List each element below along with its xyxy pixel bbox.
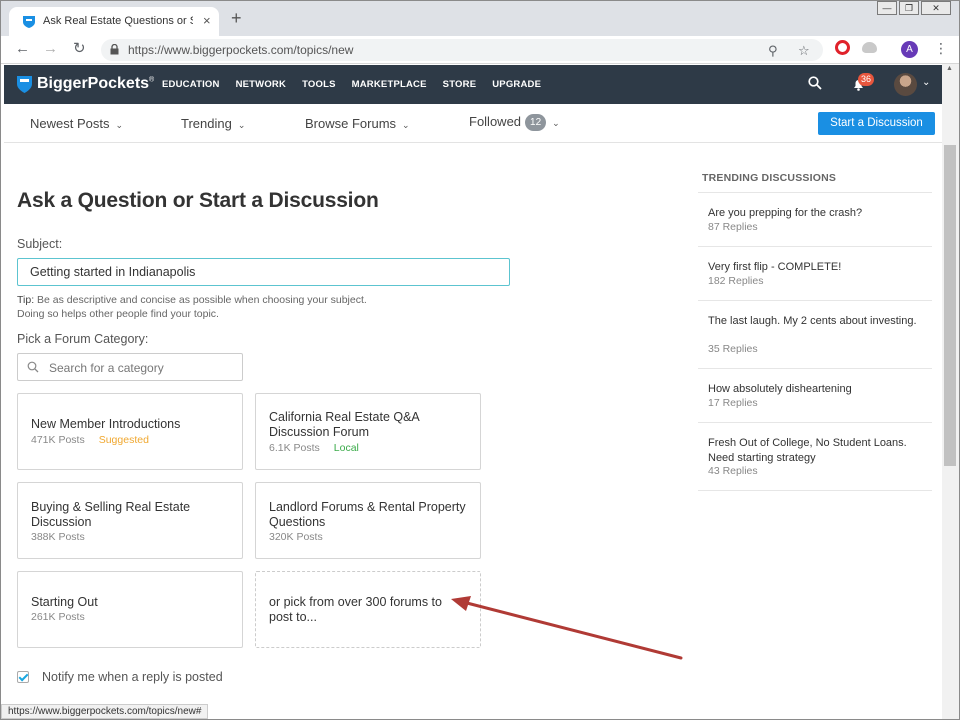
reload-icon[interactable]: ↻ <box>73 40 86 58</box>
forward-icon[interactable]: → <box>43 40 58 58</box>
profile-avatar[interactable]: A <box>901 41 918 58</box>
followed-count-badge: 12 <box>525 114 547 131</box>
search-icon[interactable] <box>808 76 822 90</box>
trending-replies: 43 Replies <box>708 465 758 477</box>
category-meta: 6.1K Posts Local <box>269 442 359 454</box>
address-bar[interactable]: https://www.biggerpockets.com/topics/new… <box>101 39 823 61</box>
nav-store[interactable]: STORE <box>443 79 477 90</box>
site-logo[interactable]: BiggerPockets® <box>37 75 154 93</box>
site-header: BiggerPockets® EDUCATION NETWORK TOOLS M… <box>4 65 942 104</box>
tab-title: Ask Real Estate Questions or Start a Dis… <box>43 15 193 27</box>
link-status-bar: https://www.biggerpockets.com/topics/new… <box>1 704 209 719</box>
category-card[interactable]: Starting Out 261K Posts <box>17 571 243 648</box>
notification-count-badge: 36 <box>858 73 875 86</box>
category-label: Pick a Forum Category: <box>17 332 149 346</box>
tab-followed[interactable]: Followed 12 ⌄ <box>469 114 560 131</box>
category-search-input[interactable]: Search for a category <box>17 353 243 381</box>
chevron-down-icon: ⌄ <box>237 120 246 130</box>
biggerpockets-favicon-icon <box>23 16 35 28</box>
nav-education[interactable]: EDUCATION <box>162 79 220 90</box>
annotation-arrow <box>451 596 683 660</box>
notify-checkbox[interactable] <box>17 671 29 683</box>
subject-label: Subject: <box>17 237 63 251</box>
minimize-icon[interactable]: — <box>877 1 897 15</box>
trending-replies: 17 Replies <box>708 397 758 409</box>
category-name: California Real Estate Q&A Discussion Fo… <box>269 410 420 439</box>
category-name: Landlord Forums & Rental Property Questi… <box>269 500 466 529</box>
scroll-up-icon[interactable]: ▲ <box>946 65 953 72</box>
local-tag: Local <box>333 442 359 454</box>
chevron-down-icon: ⌄ <box>402 120 410 130</box>
trending-heading: TRENDING DISCUSSIONS <box>702 172 837 184</box>
trending-replies: 182 Replies <box>708 275 764 287</box>
category-meta: 388K Posts <box>31 531 85 543</box>
window-close-icon[interactable]: ✕ <box>921 1 951 15</box>
nav-upgrade[interactable]: UPGRADE <box>492 79 541 90</box>
category-name: Buying & Selling Real Estate Discussion <box>31 500 191 529</box>
category-meta: 261K Posts <box>31 611 85 623</box>
nav-tools[interactable]: TOOLS <box>302 79 336 90</box>
search-icon <box>27 361 39 373</box>
trending-replies: 35 Replies <box>708 343 758 355</box>
tab-trending[interactable]: Trending ⌄ <box>181 116 245 131</box>
trending-item[interactable]: Fresh Out of College, No Student Loans. … <box>698 423 932 491</box>
user-avatar[interactable] <box>894 73 917 96</box>
browser-menu-icon[interactable]: ⋮ <box>934 40 948 57</box>
trending-replies: 87 Replies <box>708 221 758 233</box>
restore-icon[interactable]: ❐ <box>899 1 919 15</box>
trending-item[interactable]: How absolutely disheartening 17 Replies <box>698 369 932 423</box>
start-discussion-button[interactable]: Start a Discussion <box>818 112 935 135</box>
browser-tab[interactable]: Ask Real Estate Questions or Start a Dis… <box>9 7 219 36</box>
trending-item[interactable]: The last laugh. My 2 cents about investi… <box>698 301 932 369</box>
tab-strip: Ask Real Estate Questions or Start a Dis… <box>1 1 959 36</box>
trending-title[interactable]: How absolutely disheartening <box>708 382 920 397</box>
browser-toolbar: ← → ↻ https://www.biggerpockets.com/topi… <box>1 36 959 64</box>
tab-browse-forums[interactable]: Browse Forums ⌄ <box>305 116 410 131</box>
trending-item[interactable]: Are you prepping for the crash? 87 Repli… <box>698 193 932 247</box>
forum-subnav: Newest Posts ⌄ Trending ⌄ Browse Forums ⌄ F… <box>4 104 942 143</box>
trending-item[interactable]: Very first flip - COMPLETE! 182 Replies <box>698 247 932 301</box>
chevron-down-icon: ⌄ <box>552 118 560 128</box>
browser-window: Ask Real Estate Questions or Start a Dis… <box>0 0 960 720</box>
scrollbar-thumb[interactable] <box>944 145 956 466</box>
subject-input[interactable]: Getting started in Indianapolis <box>17 258 510 286</box>
new-tab-icon[interactable]: + <box>231 9 242 27</box>
category-meta: 320K Posts <box>269 531 323 543</box>
more-forums-text: or pick from over 300 forums to post to.… <box>269 595 442 624</box>
zoom-icon[interactable]: ⚲ <box>768 43 778 59</box>
nav-network[interactable]: NETWORK <box>236 79 286 90</box>
suggested-tag: Suggested <box>98 434 149 446</box>
tab-newest-posts[interactable]: Newest Posts ⌄ <box>30 116 123 131</box>
opera-extension-icon[interactable] <box>835 40 850 55</box>
bookmark-star-icon[interactable]: ☆ <box>798 43 810 59</box>
lock-icon <box>110 44 119 55</box>
trending-title[interactable]: Fresh Out of College, No Student Loans. … <box>708 436 920 466</box>
trending-title[interactable]: The last laugh. My 2 cents about investi… <box>708 314 920 329</box>
page-title: Ask a Question or Start a Discussion <box>17 189 379 212</box>
biggerpockets-logo-icon[interactable] <box>17 75 32 93</box>
category-card[interactable]: New Member Introductions 471K Posts Sugge… <box>17 393 243 470</box>
category-name: Starting Out <box>31 595 98 609</box>
main-nav: EDUCATION NETWORK TOOLS MARKETPLACE STOR… <box>162 79 557 90</box>
category-card[interactable]: California Real Estate Q&A Discussion Fo… <box>255 393 481 470</box>
category-meta: 471K Posts Suggested <box>31 434 149 446</box>
category-card[interactable]: Landlord Forums & Rental Property Questi… <box>255 482 481 559</box>
subject-tip: Tip: Be as descriptive and concise as po… <box>17 294 367 320</box>
back-icon[interactable]: ← <box>15 40 30 58</box>
notify-label: Notify me when a reply is posted <box>42 670 223 684</box>
nav-marketplace[interactable]: MARKETPLACE <box>352 79 427 90</box>
category-card[interactable]: Buying & Selling Real Estate Discussion … <box>17 482 243 559</box>
category-search-placeholder: Search for a category <box>49 361 164 375</box>
trending-title[interactable]: Very first flip - COMPLETE! <box>708 260 920 275</box>
chevron-down-icon: ⌄ <box>115 120 124 130</box>
tab-close-icon[interactable]: × <box>203 13 211 28</box>
category-name: New Member Introductions <box>31 417 181 431</box>
url-text: https://www.biggerpockets.com/topics/new <box>128 43 354 57</box>
cloud-extension-icon[interactable] <box>862 42 877 53</box>
trending-title[interactable]: Are you prepping for the crash? <box>708 206 920 221</box>
chevron-down-icon[interactable]: ⌄ <box>922 77 930 88</box>
